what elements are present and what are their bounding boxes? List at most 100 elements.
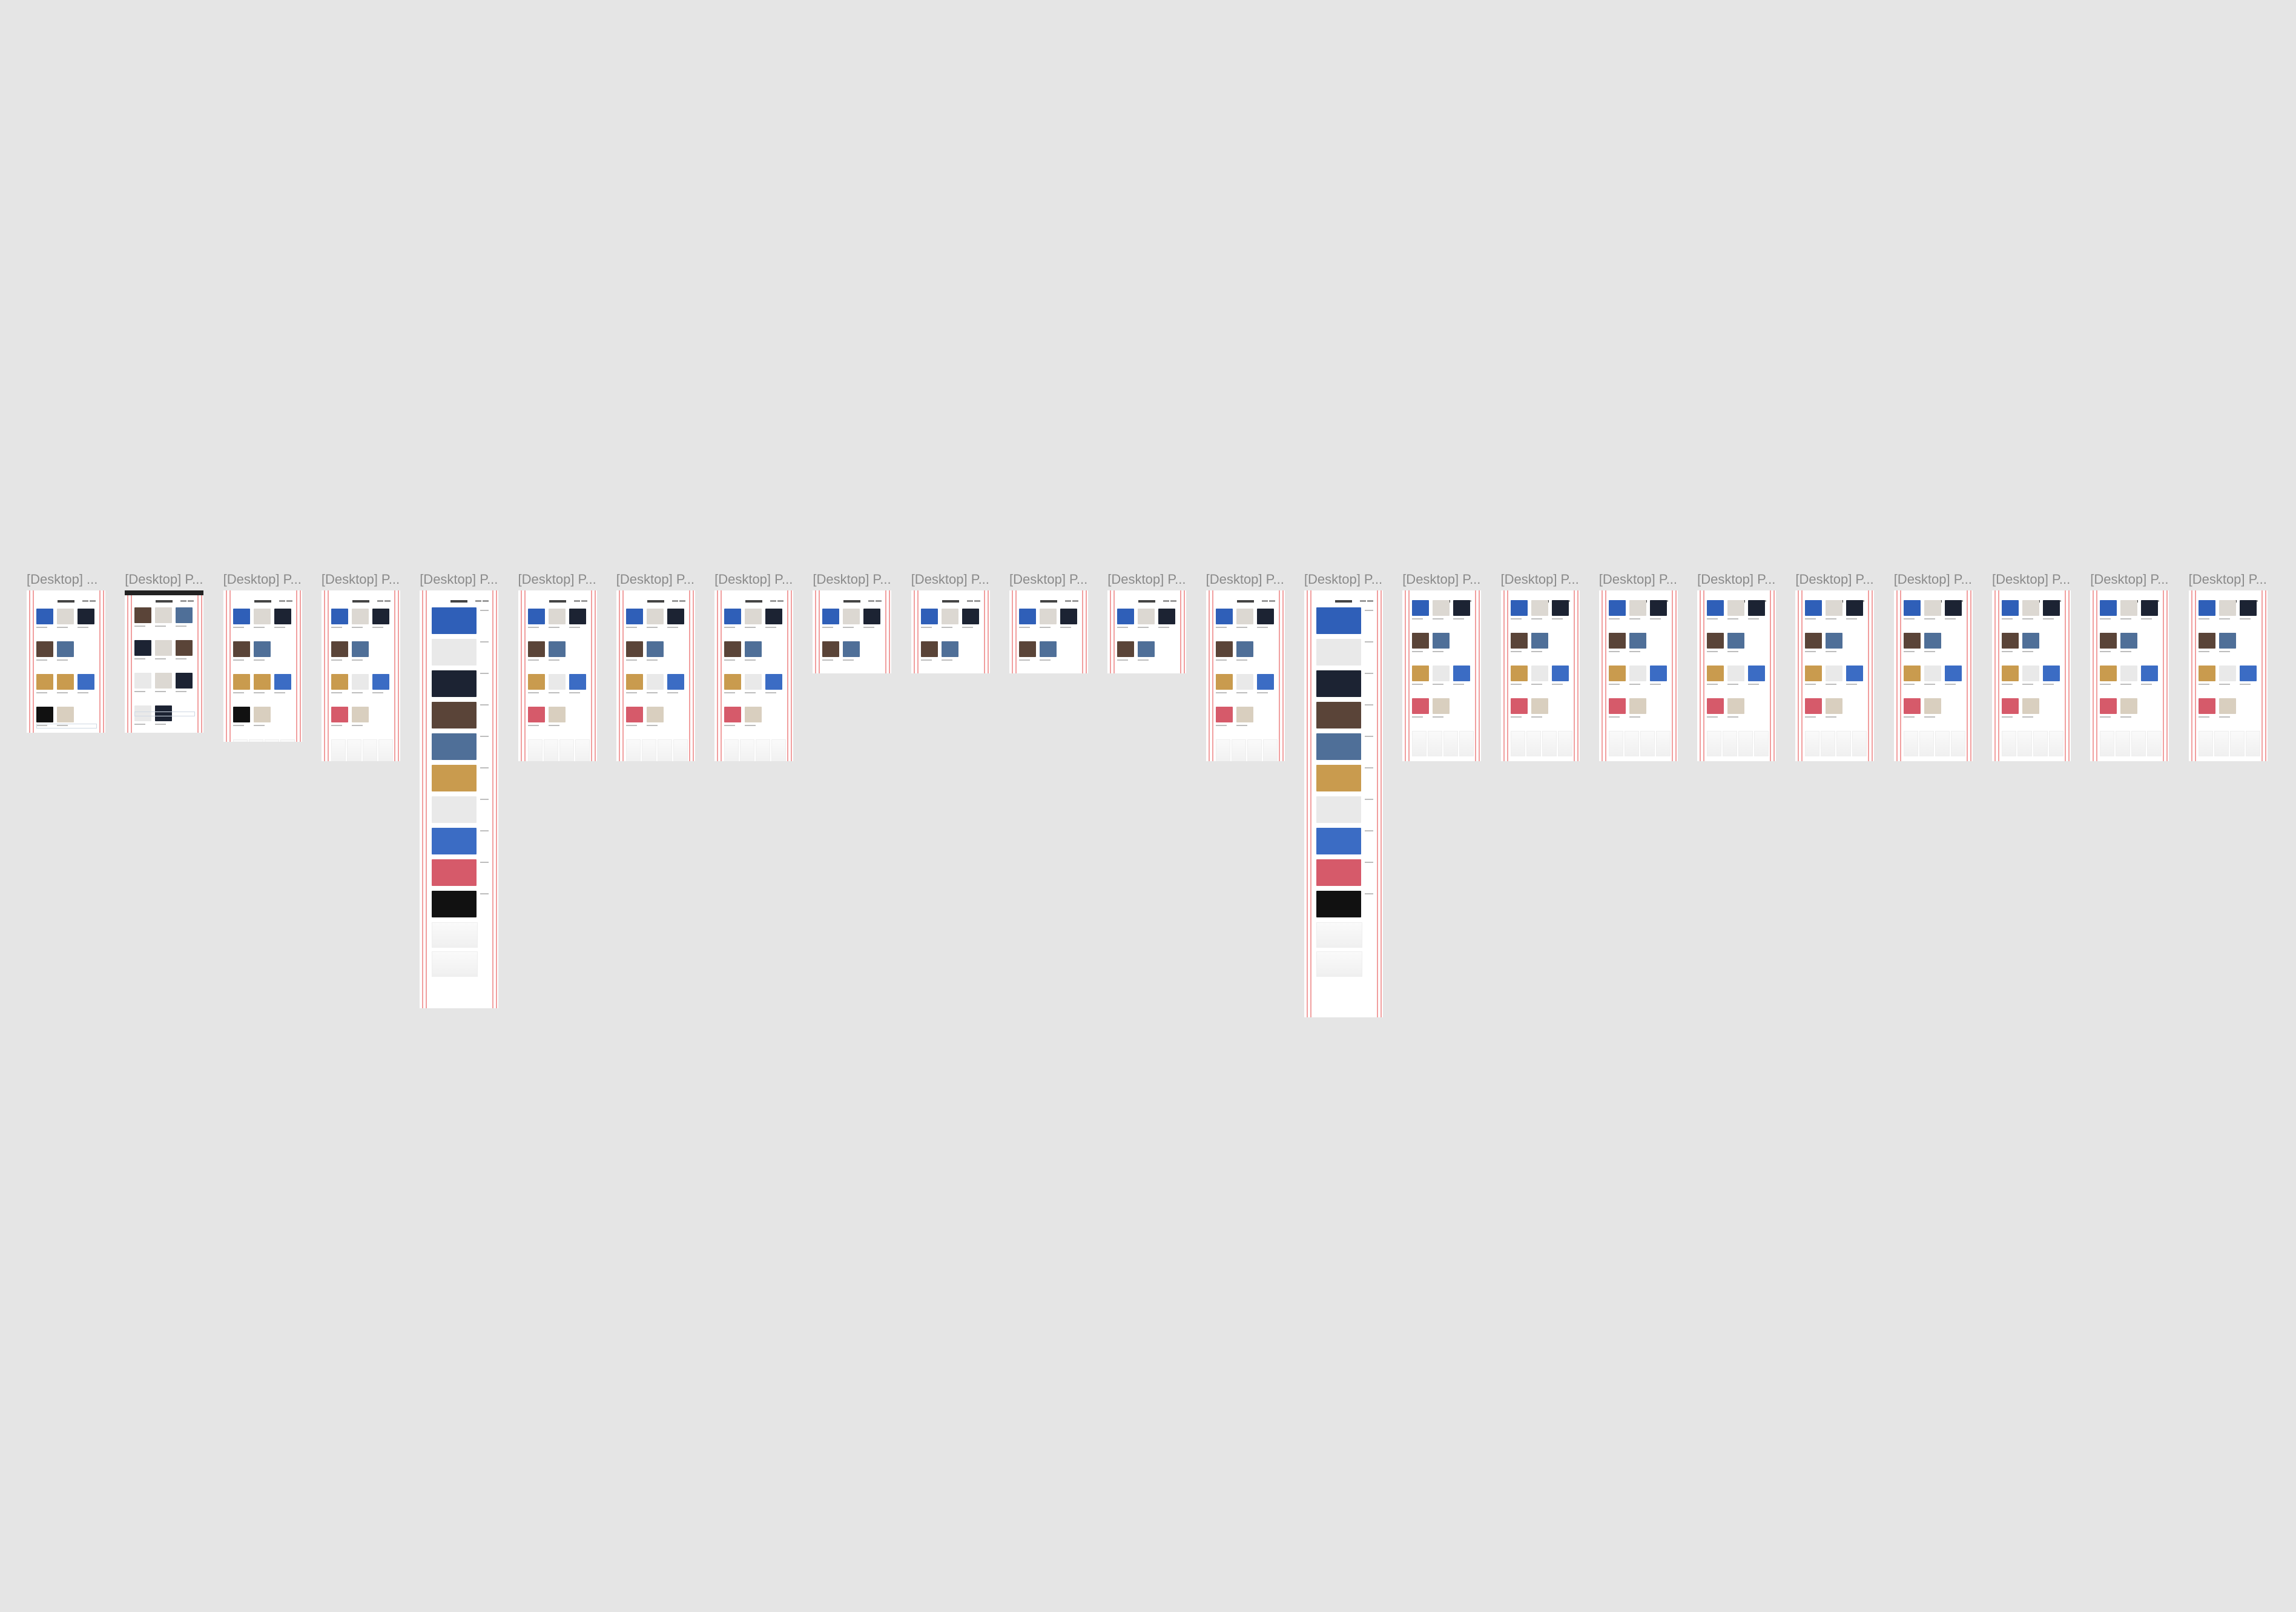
- photo-thumbnail[interactable]: [1629, 600, 1646, 616]
- photo-thumbnail[interactable]: [1727, 698, 1745, 714]
- design-canvas[interactable]: [Desktop] ... [Desktop] P... [Desktop] P..…: [0, 0, 2296, 1612]
- desktop-frame[interactable]: [911, 590, 990, 673]
- photo-thumbnail[interactable]: [176, 673, 193, 689]
- photo-thumbnail[interactable]: [1316, 639, 1361, 666]
- photo-thumbnail[interactable]: [351, 674, 369, 690]
- nav-link[interactable]: [279, 600, 285, 602]
- photo-thumbnail[interactable]: [1138, 609, 1155, 624]
- nav-link[interactable]: [82, 600, 88, 602]
- nav-link[interactable]: [286, 600, 292, 602]
- photo-thumbnail[interactable]: [724, 707, 742, 722]
- photo-thumbnail[interactable]: [372, 609, 389, 624]
- site-logo[interactable]: [254, 600, 271, 603]
- photo-thumbnail[interactable]: [155, 673, 173, 689]
- photo-thumbnail[interactable]: [351, 609, 369, 624]
- photo-thumbnail[interactable]: [1826, 698, 1843, 714]
- photo-thumbnail[interactable]: [625, 609, 643, 624]
- photo-thumbnail[interactable]: [548, 674, 566, 690]
- photo-thumbnail[interactable]: [1412, 666, 1430, 681]
- photo-thumbnail[interactable]: [372, 674, 389, 690]
- photo-thumbnail[interactable]: [724, 674, 742, 690]
- photo-thumbnail[interactable]: [1256, 609, 1274, 624]
- photo-thumbnail[interactable]: [822, 609, 840, 624]
- photo-thumbnail[interactable]: [941, 641, 958, 657]
- frame-title[interactable]: [Desktop] P...: [518, 572, 596, 587]
- photo-thumbnail[interactable]: [1236, 641, 1253, 657]
- photo-thumbnail[interactable]: [1944, 600, 1962, 616]
- photo-thumbnail[interactable]: [432, 796, 477, 823]
- photo-thumbnail[interactable]: [1805, 600, 1823, 616]
- nav-link[interactable]: [1261, 600, 1268, 602]
- photo-thumbnail[interactable]: [1727, 600, 1745, 616]
- nav-link[interactable]: [1065, 600, 1071, 602]
- photo-thumbnail[interactable]: [155, 607, 173, 623]
- frame-title[interactable]: [Desktop] P...: [2189, 572, 2267, 587]
- nav-link[interactable]: [1163, 600, 1170, 602]
- photo-thumbnail[interactable]: [1805, 698, 1823, 714]
- nav-link[interactable]: [777, 600, 784, 602]
- photo-thumbnail[interactable]: [1316, 796, 1361, 823]
- photo-thumbnail[interactable]: [1531, 698, 1548, 714]
- photo-thumbnail[interactable]: [1924, 633, 1941, 649]
- photo-thumbnail[interactable]: [1846, 666, 1864, 681]
- photo-thumbnail[interactable]: [1040, 641, 1057, 657]
- photo-thumbnail[interactable]: [569, 674, 586, 690]
- photo-thumbnail[interactable]: [1510, 666, 1528, 681]
- photo-thumbnail[interactable]: [1707, 633, 1724, 649]
- photo-thumbnail[interactable]: [331, 641, 348, 657]
- photo-thumbnail[interactable]: [1236, 674, 1253, 690]
- photo-thumbnail[interactable]: [233, 641, 250, 657]
- photo-thumbnail[interactable]: [646, 707, 664, 722]
- photo-thumbnail[interactable]: [548, 609, 566, 624]
- photo-thumbnail[interactable]: [2022, 698, 2039, 714]
- photo-thumbnail[interactable]: [176, 640, 193, 656]
- photo-thumbnail[interactable]: [1412, 698, 1430, 714]
- photo-thumbnail[interactable]: [1040, 609, 1057, 624]
- photo-thumbnail[interactable]: [36, 609, 53, 624]
- frame-title[interactable]: [Desktop] P...: [223, 572, 302, 587]
- photo-thumbnail[interactable]: [253, 674, 271, 690]
- photo-thumbnail[interactable]: [2198, 633, 2215, 649]
- photo-thumbnail[interactable]: [765, 674, 783, 690]
- photo-thumbnail[interactable]: [2002, 666, 2019, 681]
- photo-thumbnail[interactable]: [2141, 600, 2159, 616]
- site-logo[interactable]: [156, 600, 173, 603]
- photo-thumbnail[interactable]: [646, 641, 664, 657]
- photo-thumbnail[interactable]: [1412, 600, 1430, 616]
- site-logo[interactable]: [942, 600, 959, 603]
- photo-thumbnail[interactable]: [1531, 666, 1548, 681]
- nav-link[interactable]: [1072, 600, 1078, 602]
- frame-title[interactable]: [Desktop] P...: [1107, 572, 1186, 587]
- frame-title[interactable]: [Desktop] P...: [1795, 572, 1873, 587]
- photo-thumbnail[interactable]: [843, 609, 860, 624]
- photo-thumbnail[interactable]: [1924, 698, 1941, 714]
- photo-thumbnail[interactable]: [432, 828, 477, 854]
- photo-thumbnail[interactable]: [2022, 666, 2039, 681]
- desktop-frame[interactable]: [2188, 590, 2268, 761]
- photo-thumbnail[interactable]: [962, 609, 979, 624]
- photo-thumbnail[interactable]: [1629, 633, 1646, 649]
- photo-thumbnail[interactable]: [1629, 666, 1646, 681]
- photo-thumbnail[interactable]: [822, 641, 840, 657]
- photo-thumbnail[interactable]: [253, 641, 271, 657]
- photo-thumbnail[interactable]: [1551, 666, 1569, 681]
- desktop-frame[interactable]: [714, 590, 794, 761]
- photo-thumbnail[interactable]: [527, 674, 545, 690]
- photo-thumbnail[interactable]: [2198, 666, 2215, 681]
- photo-thumbnail[interactable]: [1316, 733, 1361, 760]
- photo-thumbnail[interactable]: [1551, 600, 1569, 616]
- frame-title[interactable]: [Desktop] P...: [2090, 572, 2168, 587]
- photo-thumbnail[interactable]: [1608, 633, 1626, 649]
- photo-thumbnail[interactable]: [745, 641, 762, 657]
- nav-link[interactable]: [180, 600, 187, 602]
- nav-link[interactable]: [483, 600, 489, 602]
- frame-title[interactable]: [Desktop] P...: [1697, 572, 1775, 587]
- photo-thumbnail[interactable]: [548, 707, 566, 722]
- nav-link[interactable]: [671, 600, 678, 602]
- photo-thumbnail[interactable]: [1826, 666, 1843, 681]
- photo-thumbnail[interactable]: [432, 639, 477, 666]
- footer-newsletter-box[interactable]: [134, 712, 196, 716]
- photo-thumbnail[interactable]: [2002, 698, 2019, 714]
- photo-thumbnail[interactable]: [274, 674, 291, 690]
- photo-thumbnail[interactable]: [2100, 698, 2117, 714]
